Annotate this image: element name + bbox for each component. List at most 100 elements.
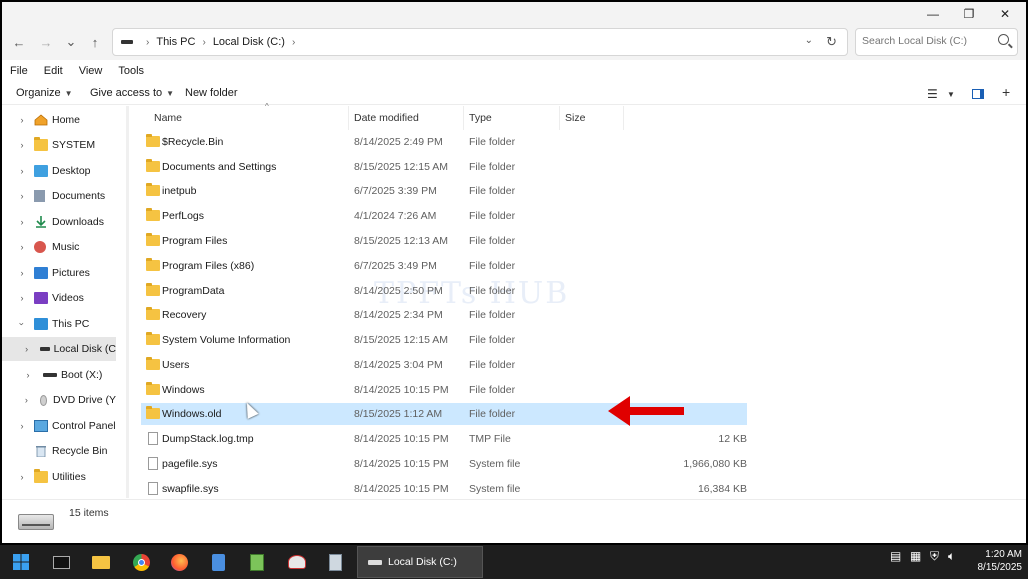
menu-bar: File Edit View Tools [2, 65, 1026, 81]
documents-icon [34, 190, 45, 202]
sidebar-item-home[interactable]: › Home [2, 108, 116, 132]
sidebar-item-music[interactable]: › Music [2, 235, 116, 259]
notes-app[interactable] [205, 549, 231, 575]
address-bar[interactable]: › This PC › Local Disk (C:) › ⌄ ↻ [112, 28, 848, 56]
drive-icon [368, 559, 382, 565]
chevron-right-icon[interactable]: › [18, 421, 26, 431]
sidebar-item-pictures[interactable]: › Pictures [2, 261, 116, 285]
chevron-right-icon[interactable]: › [18, 166, 26, 176]
pictures-icon [34, 267, 48, 279]
sidebar-item-recycle-bin[interactable]: › Recycle Bin [2, 439, 116, 463]
add-icon[interactable]: + [1002, 84, 1010, 100]
file-row[interactable]: System Volume Information 8/15/2025 12:15… [141, 329, 747, 351]
file-row[interactable]: PerfLogs 4/1/2024 7:26 AM File folder [141, 205, 747, 227]
back-button[interactable]: ← [8, 31, 30, 53]
file-row[interactable]: inetpub 6/7/2025 3:39 PM File folder [141, 180, 747, 202]
menu-view[interactable]: View [71, 65, 111, 81]
file-row[interactable]: Documents and Settings 8/15/2025 12:15 AM… [141, 156, 747, 178]
editor-app[interactable] [244, 549, 270, 575]
sidebar-item-utilities[interactable]: › Utilities [2, 465, 116, 489]
menu-tools[interactable]: Tools [110, 65, 152, 81]
chevron-right-icon[interactable]: › [18, 472, 26, 482]
breadcrumb-local-disk[interactable]: Local Disk (C:) [213, 36, 285, 48]
file-row[interactable]: swapfile.sys 8/14/2025 10:15 PM System fil… [141, 478, 747, 500]
sidebar-item-boot[interactable]: › Boot (X:) [2, 363, 116, 387]
chevron-right-icon[interactable]: › [18, 268, 26, 278]
color-icon[interactable]: ▦ [910, 549, 921, 563]
new-folder-button[interactable]: New folder [185, 87, 238, 99]
security-icon[interactable]: ⛨ [930, 549, 939, 564]
sidebar-item-desktop[interactable]: › Desktop [2, 159, 116, 183]
folder-icon [34, 137, 48, 151]
maximize-button[interactable]: ❐ [952, 2, 986, 26]
chevron-down-icon[interactable]: ▼ [947, 90, 955, 99]
refresh-icon[interactable]: ↻ [826, 34, 837, 50]
forward-button[interactable]: → [35, 31, 57, 53]
sidebar-item-documents[interactable]: › Documents [2, 184, 116, 208]
file-row[interactable]: $Recycle.Bin 8/14/2025 2:49 PM File folder [141, 131, 747, 153]
status-bar: 15 items [2, 499, 1026, 543]
menu-file[interactable]: File [2, 65, 36, 81]
drive-icon [43, 373, 57, 377]
terminal-app[interactable] [48, 549, 74, 575]
give-access-button[interactable]: Give access to ▼ [90, 87, 174, 99]
close-button[interactable]: ✕ [988, 2, 1022, 26]
file-row[interactable]: ProgramData 8/14/2025 2:50 PM File folder [141, 280, 747, 302]
terminal-icon [52, 555, 70, 569]
sidebar-item-downloads[interactable]: › Downloads [2, 210, 116, 234]
folder-icon [146, 382, 160, 395]
firefox-icon [170, 553, 188, 571]
search-icon[interactable] [998, 34, 1009, 45]
view-options-icon[interactable]: ☰ [927, 87, 938, 101]
chevron-right-icon[interactable]: › [18, 140, 26, 150]
chevron-right-icon[interactable]: › [18, 242, 26, 252]
calculator-app[interactable] [322, 549, 348, 575]
chevron-right-icon[interactable]: › [18, 115, 26, 125]
search-input[interactable] [862, 35, 992, 47]
taskbar-window-local-disk[interactable]: Local Disk (C:) [357, 546, 483, 578]
search-box[interactable] [855, 28, 1018, 56]
chevron-right-icon[interactable]: › [24, 370, 32, 380]
sidebar-item-local-disk[interactable]: › Local Disk (C [2, 337, 116, 361]
chrome-app[interactable] [128, 549, 154, 575]
address-dropdown-icon[interactable]: ⌄ [805, 35, 813, 46]
sidebar-item-dvd-drive[interactable]: › DVD Drive (Y [2, 388, 116, 412]
file-row[interactable]: Program Files (x86) 6/7/2025 3:49 PM File … [141, 255, 747, 277]
column-header-name[interactable]: Name ^ [149, 102, 349, 130]
chevron-down-icon[interactable]: › [17, 320, 27, 328]
minimize-button[interactable]: — [916, 2, 950, 26]
organize-button[interactable]: Organize ▼ [16, 87, 73, 99]
chevron-right-icon[interactable]: › [18, 217, 26, 227]
file-row[interactable]: DumpStack.log.tmp 8/14/2025 10:15 PM TMP F… [141, 428, 747, 450]
start-button[interactable] [8, 549, 34, 575]
file-list: Name ^ Date modified Type Size TPFTs HUB … [129, 102, 1026, 500]
file-row[interactable]: pagefile.sys 8/14/2025 10:15 PM System fil… [141, 453, 747, 475]
menu-edit[interactable]: Edit [36, 65, 71, 81]
sidebar-item-this-pc[interactable]: › This PC [2, 312, 116, 336]
file-row[interactable]: Recovery 8/14/2025 2:34 PM File folder [141, 304, 747, 326]
file-explorer-app[interactable] [88, 549, 114, 575]
breadcrumb-this-pc[interactable]: This PC [156, 36, 195, 48]
chevron-right-icon[interactable]: › [24, 395, 29, 405]
column-header-type[interactable]: Type [464, 106, 560, 130]
folder-icon [146, 183, 160, 196]
chevron-right-icon[interactable]: › [18, 191, 26, 201]
volume-icon[interactable]: 🔈︎ [948, 549, 955, 564]
disk-tool-app[interactable] [284, 549, 310, 575]
system-clock[interactable]: 1:20 AM 8/15/2025 [964, 548, 1023, 574]
sidebar-item-system[interactable]: › SYSTEM [2, 133, 116, 157]
chevron-right-icon[interactable]: › [24, 344, 29, 354]
sidebar-item-videos[interactable]: › Videos [2, 286, 116, 310]
column-header-size[interactable]: Size [560, 106, 624, 130]
sidebar-item-control-panel[interactable]: › Control Panel [2, 414, 116, 438]
network-icon[interactable]: ▤ [890, 549, 901, 563]
column-header-date[interactable]: Date modified [349, 106, 464, 130]
chevron-right-icon[interactable]: › [18, 293, 26, 303]
recent-locations-button[interactable]: ⌄ [60, 31, 82, 53]
firefox-app[interactable] [166, 549, 192, 575]
up-button[interactable]: ↑ [84, 31, 106, 53]
file-row[interactable]: Users 8/14/2025 3:04 PM File folder [141, 354, 747, 376]
preview-pane-icon[interactable] [972, 89, 984, 99]
file-row[interactable]: Program Files 8/15/2025 12:13 AM File fold… [141, 230, 747, 252]
file-icon [148, 457, 158, 470]
